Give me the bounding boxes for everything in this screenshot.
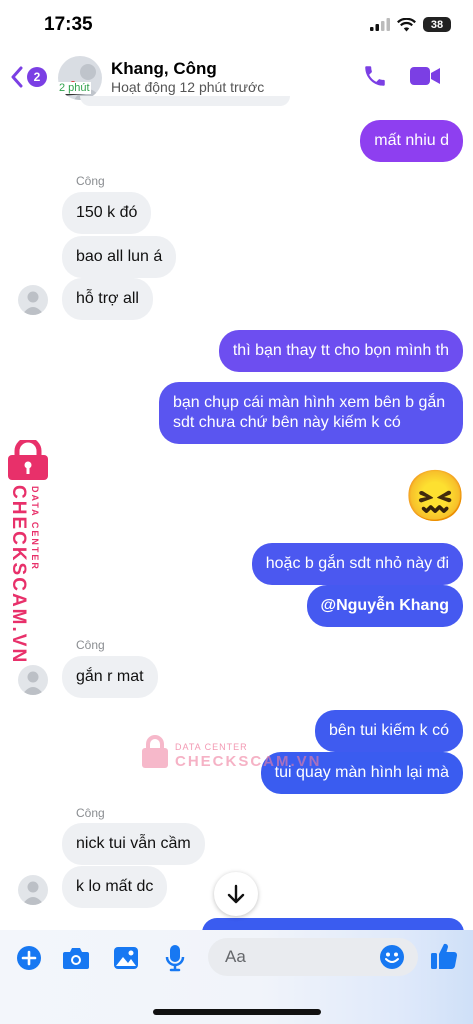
message-incoming[interactable]: gắn r mat — [62, 656, 158, 698]
unread-badge: 2 — [27, 67, 47, 87]
wifi-icon — [397, 17, 416, 31]
message-incoming[interactable]: hỗ trợ all — [62, 278, 153, 320]
like-button[interactable] — [430, 941, 458, 976]
gallery-button[interactable] — [113, 946, 139, 975]
message-outgoing[interactable]: bên tui kiếm k có — [314, 710, 463, 752]
default-avatar-icon — [22, 291, 44, 315]
message-outgoing[interactable]: thì bạn thay tt cho bọn mình th — [218, 330, 463, 372]
status-icons: 38 — [370, 17, 451, 32]
image-icon — [114, 947, 138, 969]
call-button[interactable] — [362, 63, 388, 94]
back-chevron-icon — [11, 66, 23, 88]
plus-icon — [17, 946, 41, 970]
voice-message-button[interactable] — [165, 944, 185, 977]
watermark-subtext-vertical: DATA CENTER — [30, 486, 40, 571]
watermark-subtext: DATA CENTER — [175, 742, 248, 752]
watermark-text-vertical: CHECKSCAM.VN — [8, 485, 29, 665]
message-outgoing[interactable]: mất nhiu d — [360, 120, 463, 162]
message-incoming[interactable]: 150 k đó — [62, 192, 152, 234]
watermark-text: CHECKSCAM.VN — [175, 753, 322, 770]
camera-icon — [63, 948, 89, 969]
mention-message[interactable]: @Nguyễn Khang — [306, 585, 463, 627]
previous-message-bubble — [80, 96, 290, 106]
sender-name: Công — [76, 806, 105, 820]
sender-name: Công — [76, 638, 105, 652]
watermark-lock-icon — [140, 735, 170, 774]
battery-indicator: 38 — [423, 17, 451, 32]
message-incoming[interactable]: bao all lun á — [62, 236, 177, 278]
default-avatar-icon — [22, 671, 44, 695]
video-camera-icon — [410, 67, 440, 85]
status-time: 17:35 — [44, 14, 93, 35]
video-call-button[interactable] — [409, 64, 441, 93]
camera-button[interactable] — [62, 946, 90, 975]
sender-avatar[interactable] — [18, 285, 48, 315]
back-button[interactable]: 2 — [10, 66, 47, 88]
scroll-to-bottom-button[interactable] — [214, 872, 258, 916]
message-outgoing[interactable]: bạn chụp cái màn hình xem bên b gắn sdt … — [159, 382, 463, 444]
sender-avatar[interactable] — [18, 665, 48, 695]
microphone-icon — [165, 945, 185, 972]
scroll-down-arrow-icon — [227, 884, 245, 904]
watermark-lock-icon — [6, 437, 50, 485]
emoji-button[interactable] — [379, 944, 405, 975]
activity-status: Hoạt động 12 phút trước — [111, 79, 265, 95]
message-incoming[interactable]: k lo mất dc — [62, 866, 168, 908]
sender-avatar[interactable] — [18, 875, 48, 905]
emoji-message[interactable]: 😖 — [404, 468, 466, 524]
avatar-active-status: 2 phút — [58, 82, 91, 94]
message-outgoing[interactable]: hoặc b gắn sdt nhỏ này đi — [251, 543, 463, 585]
home-indicator — [153, 1009, 321, 1015]
signal-icon — [370, 18, 390, 31]
phone-icon — [365, 66, 385, 86]
contact-name[interactable]: Khang, Công — [111, 59, 217, 79]
emoji-icon — [380, 945, 404, 969]
message-input-placeholder: Aa — [225, 947, 246, 966]
more-actions-button[interactable] — [16, 945, 42, 976]
thumbs-up-icon — [431, 943, 458, 970]
default-avatar-icon — [22, 881, 44, 905]
message-incoming[interactable]: nick tui vẫn cầm — [62, 823, 205, 865]
sender-name: Công — [76, 174, 105, 188]
